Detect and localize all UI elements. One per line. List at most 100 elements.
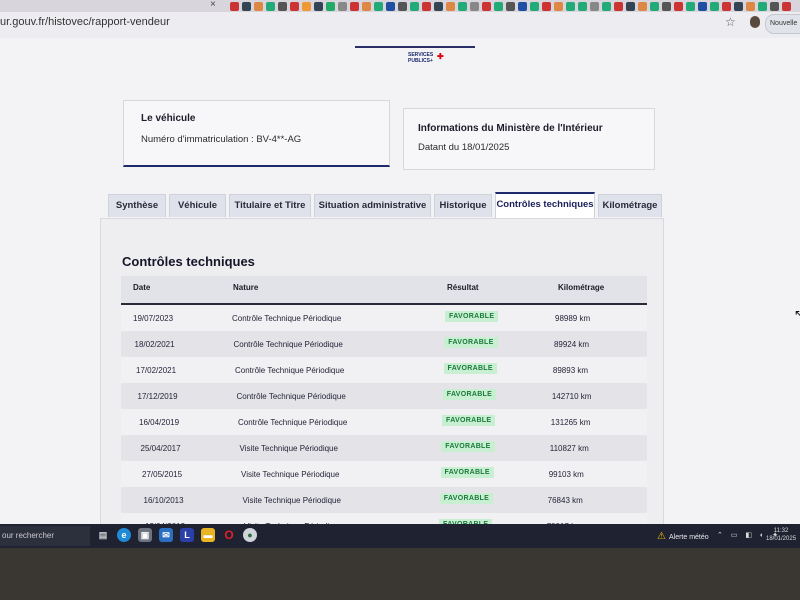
tab-favicon-icon[interactable] bbox=[722, 2, 731, 11]
chrome-icon[interactable]: ● bbox=[243, 528, 257, 542]
tab-label: Synthèse bbox=[115, 200, 159, 211]
row-km: 89893 km bbox=[552, 366, 589, 375]
tab-favicon-icon[interactable] bbox=[326, 2, 335, 11]
plus-logo-icon: ✚ bbox=[437, 52, 444, 61]
store-icon[interactable]: ▣ bbox=[138, 528, 152, 542]
tab-label: Véhicule bbox=[177, 200, 218, 211]
tab-favicon-icon[interactable] bbox=[314, 2, 323, 11]
tab-favicon-icon[interactable] bbox=[398, 2, 407, 11]
tab-favicon-icon[interactable] bbox=[542, 2, 551, 11]
tab-favicon-icon[interactable] bbox=[470, 2, 479, 11]
result-badge: FAVORABLE bbox=[440, 467, 494, 478]
tab-favicon-icon[interactable] bbox=[266, 2, 275, 11]
tab-favicon-icon[interactable] bbox=[482, 2, 491, 11]
tab-favicon-icon[interactable] bbox=[770, 2, 779, 11]
tab-favicon-icon[interactable] bbox=[674, 2, 683, 11]
tab-favicon-icon[interactable] bbox=[254, 2, 263, 11]
tab-favicon-icon[interactable] bbox=[350, 2, 359, 11]
tab-favicon-icon[interactable] bbox=[578, 2, 587, 11]
tab-favicon-icon[interactable] bbox=[290, 2, 299, 11]
tab-favicon-icon[interactable] bbox=[734, 2, 743, 11]
app-l-icon[interactable]: L bbox=[180, 528, 194, 542]
tab-favicon-icon[interactable] bbox=[650, 2, 659, 11]
tab-favicon-icon[interactable] bbox=[506, 2, 515, 11]
tab-situation-administrative[interactable]: Situation administrative bbox=[314, 194, 431, 217]
brand-line-2: PUBLICS+ bbox=[408, 58, 433, 64]
tab-favicon-icon[interactable] bbox=[638, 2, 647, 11]
tab-favicon-icon[interactable] bbox=[446, 2, 455, 11]
taskbar-clock[interactable]: 11:32 18/01/2025 bbox=[766, 527, 796, 543]
tab-favicon-icon[interactable] bbox=[782, 2, 791, 11]
tab-favicon-icon[interactable] bbox=[338, 2, 347, 11]
tab-favicon-icon[interactable] bbox=[242, 2, 251, 11]
row-date: 17/12/2019 bbox=[137, 392, 178, 401]
row-km: 98989 km bbox=[555, 314, 591, 323]
tab-favicon-icon[interactable] bbox=[554, 2, 563, 11]
edge-icon[interactable]: e bbox=[117, 528, 131, 542]
tab-favicon-icon[interactable] bbox=[278, 2, 287, 11]
row-nature: Contrôle Technique Périodique bbox=[238, 418, 348, 427]
file-explorer-icon[interactable]: ▬ bbox=[201, 528, 215, 542]
row-nature: Visite Technique Périodique bbox=[239, 444, 338, 453]
url-field[interactable]: ur.gouv.fr/histovec/rapport-vendeur bbox=[0, 16, 170, 28]
tab-favicon-icon[interactable] bbox=[230, 2, 239, 11]
weather-label: Alerte météo bbox=[668, 534, 709, 541]
tab-controles-techniques[interactable]: Contrôles techniques bbox=[495, 192, 595, 218]
mail-icon[interactable]: ✉ bbox=[159, 528, 173, 542]
tab-favicon-icon[interactable] bbox=[710, 2, 719, 11]
tab-favicon-icon[interactable] bbox=[566, 2, 575, 11]
tab-vehicule[interactable]: Véhicule bbox=[169, 194, 226, 217]
ministry-card: Informations du Ministère de l'Intérieur… bbox=[403, 108, 655, 170]
tab-favicon-icon[interactable] bbox=[422, 2, 431, 11]
bookmark-star-icon[interactable]: ☆ bbox=[725, 15, 736, 29]
data-date: Datant du 18/01/2025 bbox=[418, 142, 510, 153]
tab-favicon-icon[interactable] bbox=[698, 2, 707, 11]
tab-favicon-icon[interactable] bbox=[374, 2, 383, 11]
tab-favicon-icon[interactable] bbox=[410, 2, 419, 11]
tab-favicon-icon[interactable] bbox=[590, 2, 599, 11]
tab-favicon-icon[interactable] bbox=[530, 2, 539, 11]
tab-favicon-icon[interactable] bbox=[758, 2, 767, 11]
profile-avatar[interactable] bbox=[750, 16, 760, 28]
row-date: 18/02/2021 bbox=[134, 340, 175, 349]
tab-favicon-icon[interactable] bbox=[686, 2, 695, 11]
weather-alert[interactable]: ⚠ Alerte météo bbox=[657, 531, 709, 542]
table-row: 27/05/2015 Visite Technique Périodique FAV… bbox=[121, 461, 647, 487]
row-date: 17/02/2021 bbox=[136, 366, 177, 375]
task-view-icon[interactable]: ▤ bbox=[96, 528, 110, 542]
tab-favicon-icon[interactable] bbox=[602, 2, 611, 11]
tab-historique[interactable]: Historique bbox=[434, 194, 492, 217]
row-date: 27/05/2015 bbox=[142, 470, 183, 479]
row-km: 89924 km bbox=[553, 340, 590, 349]
opera-icon[interactable]: O bbox=[222, 528, 236, 542]
tab-kilometrage[interactable]: Kilométrage bbox=[598, 194, 662, 217]
tab-titulaire[interactable]: Titulaire et Titre bbox=[229, 194, 311, 217]
taskbar-search-input[interactable]: our rechercher bbox=[0, 526, 90, 546]
browser-tab-strip: × bbox=[0, 0, 800, 12]
tab-favicon-icon[interactable] bbox=[614, 2, 623, 11]
tab-favicon-icon[interactable] bbox=[386, 2, 395, 11]
address-bar: ur.gouv.fr/histovec/rapport-vendeur ☆ No… bbox=[0, 12, 800, 38]
tab-favicon-icon[interactable] bbox=[746, 2, 755, 11]
tab-favicon-icon[interactable] bbox=[458, 2, 467, 11]
controls-panel: Contrôles techniques Date Nature Résulta… bbox=[100, 218, 664, 539]
close-tab-icon[interactable]: × bbox=[210, 0, 216, 10]
tab-favicon-icon[interactable] bbox=[362, 2, 371, 11]
tab-favicon-icon[interactable] bbox=[626, 2, 635, 11]
controls-table: Date Nature Résultat Kilométrage 19/07/2… bbox=[121, 276, 647, 539]
tab-favicon-icon[interactable] bbox=[494, 2, 503, 11]
new-tab-button[interactable]: Nouvelle bbox=[765, 14, 800, 34]
tab-label: Contrôles techniques bbox=[496, 199, 594, 210]
tab-label: Situation administrative bbox=[318, 200, 427, 211]
taskbar-apps: ▤ e ▣ ✉ L ▬ O ● bbox=[96, 528, 257, 542]
pinned-tabs[interactable] bbox=[230, 2, 791, 11]
tab-favicon-icon[interactable] bbox=[302, 2, 311, 11]
tab-synthese[interactable]: Synthèse bbox=[108, 194, 166, 217]
table-row: 25/04/2017 Visite Technique Périodique FAV… bbox=[121, 435, 647, 461]
result-badge: FAVORABLE bbox=[439, 493, 494, 504]
tab-favicon-icon[interactable] bbox=[518, 2, 527, 11]
tab-favicon-icon[interactable] bbox=[662, 2, 671, 11]
result-badge: FAVORABLE bbox=[441, 441, 495, 452]
vehicle-card-title: Le véhicule bbox=[141, 113, 196, 124]
tab-favicon-icon[interactable] bbox=[434, 2, 443, 11]
